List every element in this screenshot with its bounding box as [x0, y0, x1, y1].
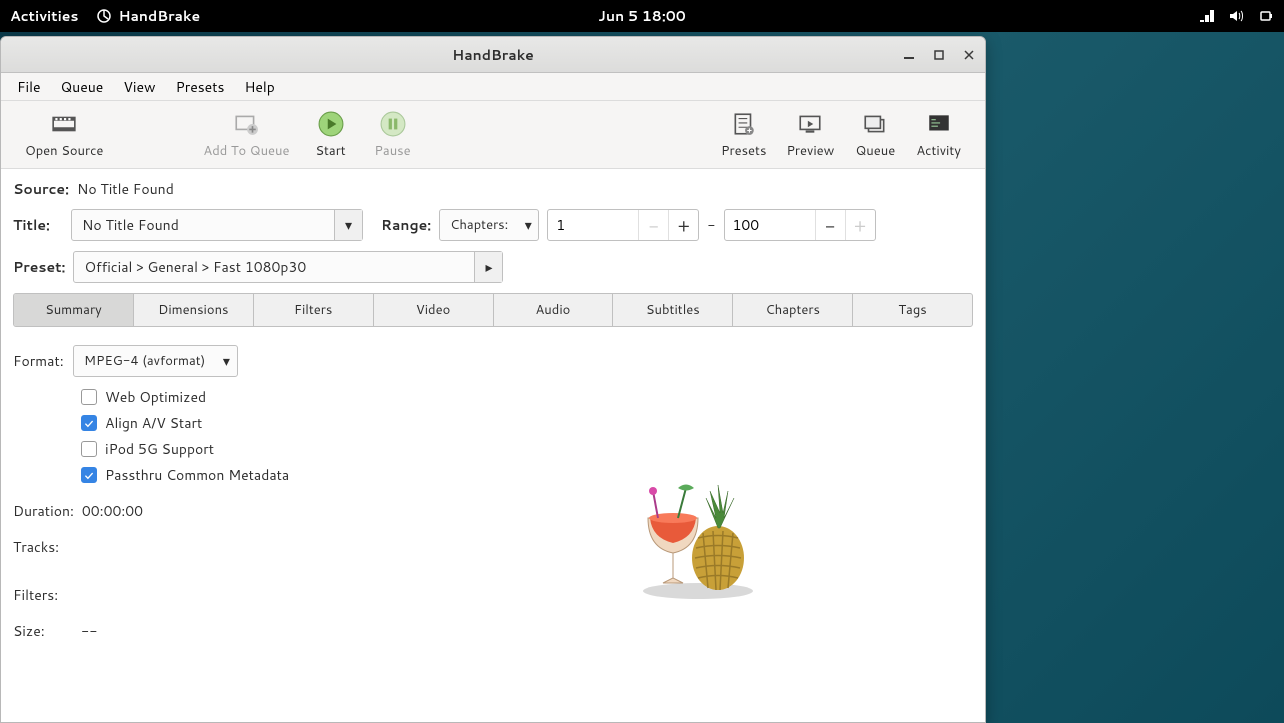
- clock[interactable]: Jun 5 18:00: [598, 6, 685, 26]
- format-label: Format:: [13, 351, 65, 371]
- checkbox-label: Passthru Common Metadata: [105, 465, 289, 485]
- titlebar[interactable]: HandBrake: [1, 37, 985, 73]
- range-to-spin[interactable]: − +: [724, 209, 876, 241]
- chevron-down-icon: ▾: [334, 210, 362, 240]
- chevron-down-icon: ▾: [518, 210, 538, 240]
- menu-presets[interactable]: Presets: [166, 73, 235, 101]
- toolbar-label: Presets: [721, 142, 766, 160]
- checkbox-label: iPod 5G Support: [105, 439, 214, 459]
- presets-button[interactable]: Presets: [711, 106, 776, 164]
- title-combo[interactable]: No Title Found ▾: [71, 209, 363, 241]
- checkbox-label: Web Optimized: [105, 387, 206, 407]
- source-label: Source:: [13, 179, 69, 199]
- add-to-queue-button[interactable]: Add To Queue: [193, 106, 299, 164]
- tab-chapters[interactable]: Chapters: [733, 294, 853, 326]
- plus-button[interactable]: +: [668, 210, 698, 240]
- maximize-button[interactable]: [929, 45, 949, 65]
- range-from-input[interactable]: [548, 210, 638, 240]
- activities-button[interactable]: Activities: [10, 6, 78, 26]
- passthru-metadata-checkbox[interactable]: [81, 467, 97, 483]
- volume-icon[interactable]: [1228, 8, 1244, 24]
- format-combo[interactable]: MPEG-4 (avformat) ▾: [73, 345, 238, 377]
- preset-combo-text: Official > General > Fast 1080p30: [74, 257, 474, 277]
- source-value: No Title Found: [77, 179, 174, 199]
- range-label: Range:: [381, 215, 431, 235]
- gnome-topbar: Activities HandBrake Jun 5 18:00: [0, 0, 1284, 32]
- toolbar-label: Activity: [916, 142, 961, 160]
- tab-audio[interactable]: Audio: [494, 294, 614, 326]
- film-icon: [50, 110, 78, 138]
- minus-button[interactable]: −: [638, 210, 668, 240]
- plus-button[interactable]: +: [845, 210, 875, 240]
- queue-button[interactable]: Queue: [844, 106, 906, 164]
- menubar: File Queue View Presets Help: [1, 73, 985, 101]
- range-type-combo[interactable]: Chapters: ▾: [439, 209, 539, 241]
- window-title: HandBrake: [452, 45, 534, 65]
- activity-button[interactable]: Activity: [906, 106, 971, 164]
- minimize-button[interactable]: [899, 45, 919, 65]
- menu-file[interactable]: File: [7, 73, 51, 101]
- activity-icon: [925, 110, 953, 138]
- preset-combo[interactable]: Official > General > Fast 1080p30 ▸: [73, 251, 503, 283]
- menu-view[interactable]: View: [113, 73, 165, 101]
- start-button[interactable]: Start: [300, 106, 362, 164]
- tab-dimensions[interactable]: Dimensions: [134, 294, 254, 326]
- ipod-5g-checkbox[interactable]: [81, 441, 97, 457]
- toolbar: Open Source Add To Queue Start Pause Pre…: [1, 101, 985, 169]
- format-combo-text: MPEG-4 (avformat): [74, 352, 215, 370]
- appmenu-label: HandBrake: [118, 6, 200, 26]
- tab-filters[interactable]: Filters: [254, 294, 374, 326]
- range-from-spin[interactable]: − +: [547, 209, 699, 241]
- size-value: --: [81, 621, 98, 641]
- range-sep: -: [707, 215, 715, 235]
- duration-value: 00:00:00: [82, 501, 143, 521]
- close-button[interactable]: [959, 45, 979, 65]
- size-label: Size:: [13, 621, 73, 641]
- toolbar-label: Preview: [786, 142, 834, 160]
- title-label: Title:: [13, 215, 63, 235]
- tab-subtitles[interactable]: Subtitles: [613, 294, 733, 326]
- align-av-checkbox[interactable]: [81, 415, 97, 431]
- duration-label: Duration:: [13, 501, 74, 521]
- menu-queue[interactable]: Queue: [51, 73, 114, 101]
- toolbar-label: Add To Queue: [203, 142, 289, 160]
- range-to-input[interactable]: [725, 210, 815, 240]
- add-image-icon: [232, 110, 260, 138]
- checkbox-label: Align A/V Start: [105, 413, 202, 433]
- preview-button[interactable]: Preview: [776, 106, 844, 164]
- open-source-button[interactable]: Open Source: [15, 106, 113, 164]
- handbrake-window: HandBrake File Queue View Presets Help O…: [0, 36, 986, 723]
- chevron-down-icon: ▾: [215, 346, 237, 376]
- tab-summary[interactable]: Summary: [14, 294, 134, 326]
- network-icon[interactable]: [1198, 8, 1214, 24]
- tab-video[interactable]: Video: [374, 294, 494, 326]
- handbrake-logo-icon: [628, 463, 768, 603]
- chevron-right-icon: ▸: [474, 252, 502, 282]
- toolbar-label: Open Source: [25, 142, 103, 160]
- toolbar-label: Start: [315, 142, 345, 160]
- toolbar-label: Queue: [855, 142, 895, 160]
- pause-icon: [379, 110, 407, 138]
- queue-icon: [861, 110, 889, 138]
- play-icon: [317, 110, 345, 138]
- power-icon[interactable]: [1258, 8, 1274, 24]
- tab-tags[interactable]: Tags: [853, 294, 972, 326]
- toolbar-label: Pause: [374, 142, 410, 160]
- filters-label: Filters:: [13, 585, 73, 605]
- preview-icon: [796, 110, 824, 138]
- menu-help[interactable]: Help: [234, 73, 284, 101]
- appmenu[interactable]: HandBrake: [96, 6, 200, 26]
- preset-label: Preset:: [13, 257, 65, 277]
- handbrake-icon: [96, 8, 112, 24]
- tabs: Summary Dimensions Filters Video Audio S…: [13, 293, 973, 327]
- content-area: Source: No Title Found Title: No Title F…: [1, 169, 985, 722]
- title-combo-text: No Title Found: [72, 215, 334, 235]
- range-type-text: Chapters:: [440, 216, 518, 234]
- presets-icon: [730, 110, 758, 138]
- minus-button[interactable]: −: [815, 210, 845, 240]
- web-optimized-checkbox[interactable]: [81, 389, 97, 405]
- pause-button[interactable]: Pause: [362, 106, 424, 164]
- tracks-label: Tracks:: [13, 537, 73, 557]
